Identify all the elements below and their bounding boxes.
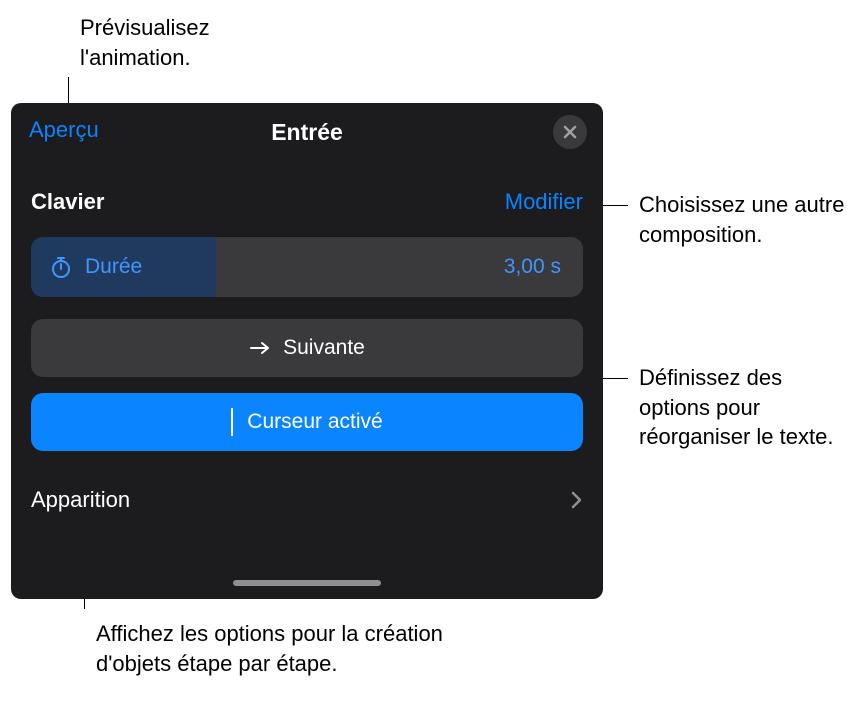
duration-value: 3,00 s — [504, 255, 561, 279]
callout-preview: Prévisualisez l'animation. — [80, 13, 280, 72]
duration-row[interactable]: Durée 3,00 s — [31, 237, 583, 297]
duration-label-area: Durée — [31, 237, 216, 297]
callout-appearance: Affichez les options pour la création d'… — [96, 619, 496, 678]
animation-panel: Aperçu Entrée Clavier Modifier — [11, 103, 603, 599]
appearance-row[interactable]: Apparition — [11, 451, 603, 513]
arrow-right-icon — [249, 340, 271, 356]
callout-modify: Choisissez une autre composition. — [639, 190, 849, 249]
duration-label: Durée — [85, 255, 142, 279]
drag-handle[interactable] — [233, 580, 381, 586]
appearance-label: Apparition — [31, 487, 130, 513]
cursor-enabled-button[interactable]: Curseur activé — [31, 393, 583, 451]
next-direction-button[interactable]: Suivante — [31, 319, 583, 377]
cursor-icon — [231, 408, 233, 436]
effect-name-label: Clavier — [31, 189, 104, 215]
modify-link[interactable]: Modifier — [505, 189, 583, 215]
panel-header: Aperçu Entrée — [11, 103, 603, 161]
preview-link[interactable]: Aperçu — [29, 117, 99, 143]
section-header: Clavier Modifier — [11, 161, 603, 227]
close-icon — [562, 124, 578, 140]
close-button[interactable] — [553, 115, 587, 149]
stopwatch-icon — [49, 255, 73, 279]
chevron-right-icon — [571, 490, 583, 510]
callout-next: Définissez des options pour réorganiser … — [639, 363, 849, 452]
panel-title: Entrée — [271, 119, 343, 146]
duration-value-area[interactable]: 3,00 s — [216, 237, 583, 297]
cursor-button-label: Curseur activé — [247, 410, 382, 434]
next-button-label: Suivante — [283, 336, 365, 360]
